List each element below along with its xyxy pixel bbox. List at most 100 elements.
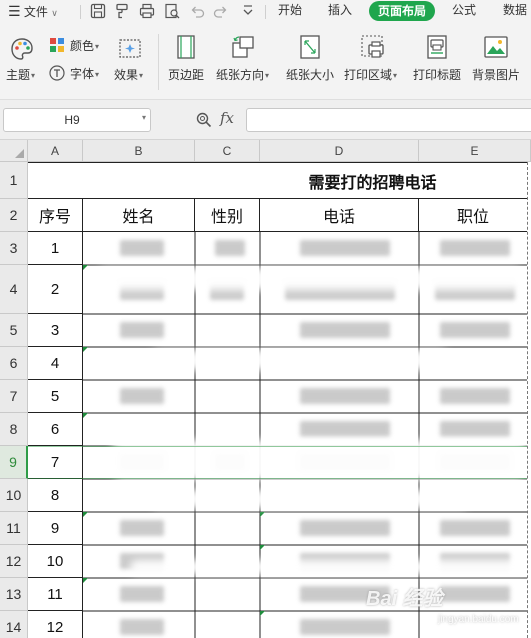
error-indicator-icon [83,578,88,583]
colors-label: 颜色 [70,39,95,53]
serial-cell[interactable]: 8 [28,479,83,512]
row-header-10[interactable]: 10 [0,479,28,512]
redacted-phone [300,421,390,437]
more-dropdown-icon[interactable] [239,2,257,20]
column-header-e[interactable]: E [419,140,531,162]
redacted-position [440,240,510,256]
serial-cell[interactable]: 4 [28,347,83,380]
redacted-position [440,322,510,338]
fx-icon[interactable]: fx [220,109,234,127]
select-all-corner[interactable] [0,140,28,162]
row-header-9[interactable]: 9 [0,446,28,479]
background-image-label: 背景图片 [472,68,521,82]
row-header-12[interactable]: 12 [0,545,28,578]
serial-cell[interactable]: 3 [28,314,83,347]
row-header-14[interactable]: 14 [0,611,28,638]
print-area-icon [361,35,384,58]
page-break-line [527,162,528,638]
serial-cell[interactable]: 5 [28,380,83,413]
print-preview-icon[interactable] [163,2,181,20]
redacted-name [120,619,164,635]
print-titles-label: 打印标题 [413,68,462,82]
redacted-position [440,388,510,404]
undo-icon[interactable] [188,2,206,20]
redo-icon[interactable] [212,2,230,20]
row-header-6[interactable]: 6 [0,347,28,380]
margins-icon [177,35,195,59]
sheet-title: 需要打的招聘电话 [308,174,437,192]
colors-button[interactable]: 颜色▾ [49,36,107,54]
caret-down-icon: ▾ [31,71,36,81]
error-indicator-icon [260,611,265,616]
hamburger-icon: ☰ [8,3,21,19]
header-cell-position[interactable]: 职位 [419,199,527,232]
redacted-phone [300,322,390,338]
redacted-position [440,586,510,602]
redacted-phone [300,388,390,404]
name-box[interactable]: H9 ▾ [3,108,151,132]
print-titles-icon [427,35,447,59]
name-box-value: H9 [64,113,80,127]
chevron-down-icon: ∨ [51,8,58,18]
row-header-11[interactable]: 11 [0,512,28,545]
redacted-position [440,421,510,437]
row-header-1[interactable]: 1 [0,162,28,199]
paper-size-label: 纸张大小 [286,68,335,82]
serial-cell[interactable]: 6 [28,413,83,446]
column-header-c[interactable]: C [195,140,260,162]
print-icon[interactable] [138,2,156,20]
row-header-8[interactable]: 8 [0,413,28,446]
fonts-button[interactable]: 字体▾ [49,64,107,82]
caret-down-icon: ▾ [95,70,100,80]
row-header-13[interactable]: 13 [0,578,28,611]
tab-insert[interactable]: 插入 [322,0,358,22]
fonts-label: 字体 [70,67,95,81]
row-header-7[interactable]: 7 [0,380,28,413]
serial-cell[interactable]: 9 [28,512,83,545]
tab-page-layout[interactable]: 页面布局 [369,1,435,21]
ribbon-divider [158,34,159,90]
menu-bar: ☰ 文件 ∨ 开始 插入 页面布局 公式 数据 [0,0,531,24]
menu-separator [265,5,266,19]
serial-cell[interactable]: 1 [28,232,83,265]
error-indicator-icon [83,347,88,352]
print-area-label: 打印区域 [344,68,393,82]
redacted-phone [300,520,390,536]
file-menu-button[interactable]: ☰ 文件 ∨ [8,0,58,24]
column-header-d[interactable]: D [260,140,419,162]
redacted-position [440,520,510,536]
serial-cell[interactable]: 2 [28,265,83,314]
header-cell-serial[interactable]: 序号 [28,199,83,232]
serial-cell[interactable]: 11 [28,578,83,611]
watermark: Bai 经验 [366,588,443,610]
serial-cell[interactable]: 10 [28,545,83,578]
sheet-title-cell[interactable]: 需要打的招聘电话 [28,162,527,199]
picture-icon [484,36,508,58]
tab-formulas[interactable]: 公式 [446,0,482,22]
row-header-5[interactable]: 5 [0,314,28,347]
row-header-3[interactable]: 3 [0,232,28,265]
format-painter-icon[interactable] [113,2,131,20]
zoom-search-icon[interactable] [195,111,213,129]
spreadsheet-grid[interactable]: A B C D E 1 2 3 4 5 6 7 8 9 10 11 12 13 … [0,140,531,638]
redacted-phone [300,619,390,635]
serial-cell[interactable]: 12 [28,611,83,638]
file-menu-label: 文件 [23,5,48,19]
redacted-name [120,240,164,256]
save-icon[interactable] [89,2,107,20]
header-cell-name[interactable]: 姓名 [83,199,195,232]
row-header-4[interactable]: 4 [0,265,28,314]
header-cell-phone[interactable]: 电话 [260,199,419,232]
column-header-a[interactable]: A [28,140,83,162]
column-header-b[interactable]: B [83,140,195,162]
row-header-2[interactable]: 2 [0,199,28,232]
tab-home[interactable]: 开始 [272,0,308,22]
effects-label: 效果 [114,68,139,82]
header-cell-gender[interactable]: 性别 [195,199,260,232]
redacted-name [120,388,164,404]
redaction-smear [130,560,530,574]
formula-input[interactable] [246,108,531,132]
theme-label: 主题 [6,68,31,82]
redacted-name [120,322,164,338]
tab-data[interactable]: 数据 [498,0,531,22]
